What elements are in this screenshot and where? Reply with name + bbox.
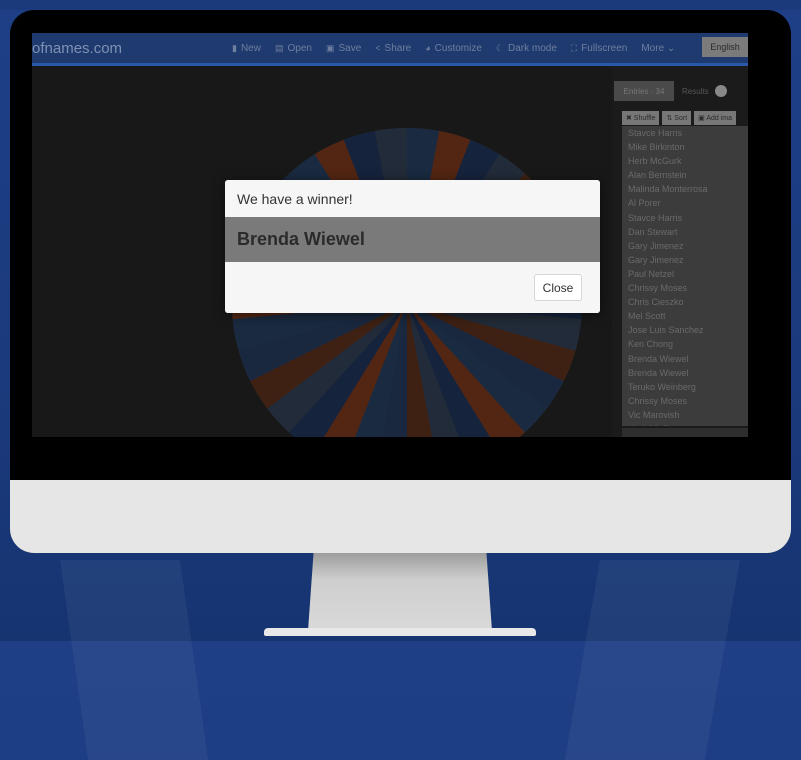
nav-item-fullscreen[interactable]: ⛶ Fullscreen xyxy=(571,43,627,54)
background-ray-right xyxy=(564,560,740,760)
winner-dialog: We have a winner! Brenda Wiewel Close xyxy=(225,180,600,313)
nav-item-label: Save xyxy=(338,42,362,54)
nav-item-open[interactable]: ▤ Open xyxy=(275,43,312,54)
entry-line: Gary Jimenez xyxy=(628,254,684,265)
entries-textarea[interactable]: Stavce Harris Mike Birkinton Herb McGurk Al… xyxy=(622,126,748,426)
background-top-strip xyxy=(0,0,801,10)
dialog-footer: Close xyxy=(225,262,600,313)
entry-line: Dan Stewart xyxy=(628,226,678,237)
save-icon: ▣ xyxy=(325,42,335,53)
nav-item-label: Dark mode xyxy=(507,42,557,54)
entry-line: Chrissy Moses xyxy=(628,283,688,294)
moon-icon: ☾ xyxy=(495,42,504,53)
results-count-badge xyxy=(714,85,727,97)
nav-item-label: Customize xyxy=(434,42,482,54)
entry-line: Vic Marovish xyxy=(628,409,680,420)
nav-item-label: Share xyxy=(384,42,412,54)
tab-results-label: Results xyxy=(682,86,709,96)
nav-menu: ▮ New ▤ Open ▣ Save < Share ◕ Customize ☾ Dark mode… xyxy=(232,43,675,54)
language-button[interactable]: English xyxy=(702,37,748,57)
entries-toolbar: ✖ Shuffle ⇅ Sort ▣ Add ima xyxy=(622,111,736,125)
entry-line: Teruko Weinberg xyxy=(628,381,696,392)
nav-item-label: New xyxy=(240,42,261,54)
folder-icon: ▤ xyxy=(274,42,284,53)
entry-line: Chris Cieszko xyxy=(628,297,684,308)
entry-line: Brenda Wiewel xyxy=(628,353,689,364)
nav-item-label: Open xyxy=(287,42,312,54)
entry-line: Mel Scott xyxy=(628,311,666,322)
entry-line: Mike Birkinton xyxy=(628,142,685,153)
entry-line: Alan Bernstein xyxy=(628,170,687,181)
nav-item-more[interactable]: More ⌄ xyxy=(641,43,675,54)
nav-item-label: Fullscreen xyxy=(581,42,628,54)
nav-item-label: More ⌄ xyxy=(641,42,676,54)
nav-item-new[interactable]: ▮ New xyxy=(232,43,261,54)
entry-line: Al Porer xyxy=(628,198,661,209)
tab-results[interactable]: Results xyxy=(682,81,742,101)
nav-item-share[interactable]: < Share xyxy=(375,43,411,54)
brand-title[interactable]: ofnames.com xyxy=(32,40,222,57)
share-icon: < xyxy=(375,43,381,53)
navbar: ofnames.com ▮ New ▤ Open ▣ Save < Share ◕ Customi… xyxy=(32,33,748,63)
entry-line: Chrissy Moses xyxy=(628,395,688,406)
close-button[interactable]: Close xyxy=(534,274,582,301)
nav-item-customize[interactable]: ◕ Customize xyxy=(425,43,482,54)
monitor-chin xyxy=(10,480,791,553)
add-image-button[interactable]: ▣ Add ima xyxy=(694,111,736,125)
entry-line: Stavce Harris xyxy=(628,212,683,223)
fullscreen-icon: ⛶ xyxy=(570,42,578,53)
nav-item-save[interactable]: ▣ Save xyxy=(326,43,361,54)
entry-line: Stavce Harris xyxy=(628,128,683,138)
background-ray-left xyxy=(60,560,209,760)
palette-icon: ◕ xyxy=(425,43,431,53)
dialog-title: We have a winner! xyxy=(225,180,600,217)
entry-line: Jose Luis Sanchez xyxy=(628,325,704,336)
file-icon: ▮ xyxy=(232,42,237,53)
entries-panel-footer xyxy=(622,428,748,437)
tab-entries[interactable]: Entries · 34 xyxy=(614,81,674,101)
nav-item-dark[interactable]: ☾ Dark mode xyxy=(496,43,557,54)
monitor-stand xyxy=(308,553,492,631)
monitor-stand-foot xyxy=(264,628,536,636)
entry-line: Gary Jimenez xyxy=(628,240,684,251)
entry-line: Paul Netzel xyxy=(628,268,675,279)
shuffle-button[interactable]: ✖ Shuffle xyxy=(622,111,660,125)
entry-line: Ken Chong xyxy=(628,339,674,350)
entry-line: Malinda Monterrosa xyxy=(628,184,708,195)
winner-name: Brenda Wiewel xyxy=(225,217,600,262)
entry-line: Herb McGurk xyxy=(622,422,748,426)
entry-line: Herb McGurk xyxy=(628,156,682,167)
entries-panel: Entries · 34 Results ✖ Shuffle ⇅ Sort ▣ … xyxy=(612,66,748,437)
entry-line: Brenda Wiewel xyxy=(628,367,689,378)
sort-button[interactable]: ⇅ Sort xyxy=(662,111,692,125)
